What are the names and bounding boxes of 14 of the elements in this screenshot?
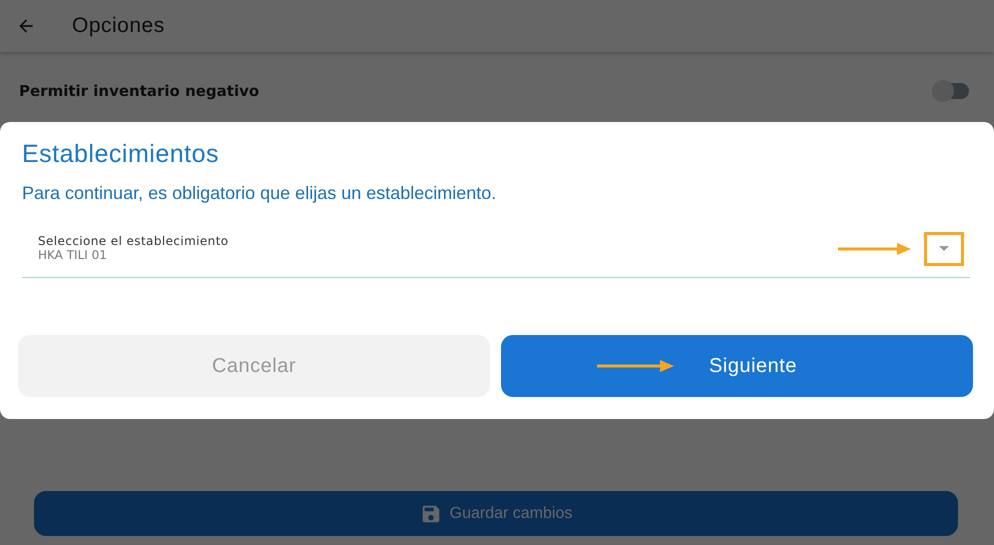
dialog-title: Establecimientos [22, 140, 220, 169]
field-value: HKA TILI 01 [38, 248, 108, 262]
dialog-message: Para continuar, es obligatorio que elijas un establecimiento. [22, 183, 498, 204]
field-label: Seleccione el establecimiento [38, 234, 230, 248]
cancel-button[interactable]: Cancelar [18, 335, 490, 397]
next-button[interactable]: Siguiente [501, 335, 973, 397]
annotation-arrow-icon [838, 240, 912, 256]
setting-label: Permitir inventario negativo [19, 82, 260, 100]
annotation-arrow-icon [597, 358, 676, 374]
save-button[interactable]: Guardar cambios [34, 491, 958, 536]
page-title: Opciones [72, 14, 165, 38]
select-field[interactable]: Seleccione el establecimiento HKA TILI 01 [22, 228, 970, 278]
dropdown-caret-icon[interactable] [939, 246, 949, 252]
toggle-switch[interactable] [935, 83, 969, 99]
